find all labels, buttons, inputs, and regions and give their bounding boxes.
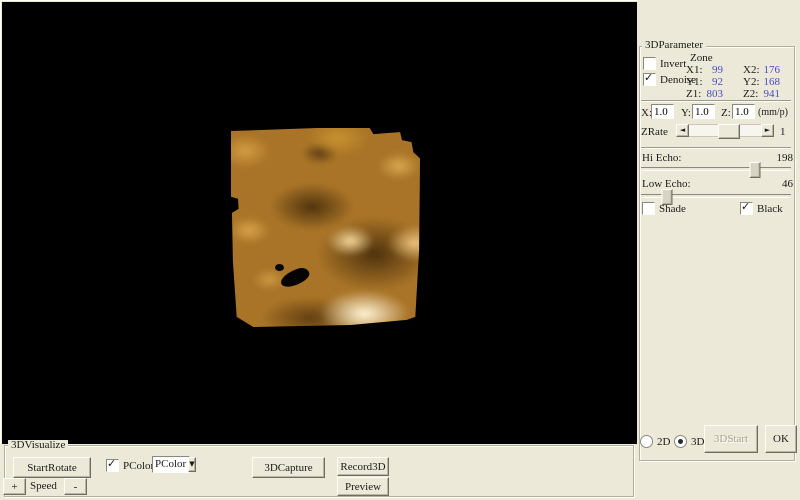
z-scale-label: Z: (721, 107, 731, 119)
zone-z1-label: Z1: (686, 88, 701, 100)
hi-echo-label: Hi Echo: (642, 152, 681, 164)
zrate-thumb[interactable] (718, 124, 740, 139)
pcolor-checkbox-label: PColor (123, 460, 154, 472)
low-echo-value: 46 (763, 178, 793, 190)
pcolor-select[interactable]: PColor ▼ (152, 456, 190, 473)
3dstart-button[interactable]: 3DStart (704, 425, 758, 453)
x-scale-input[interactable] (651, 104, 674, 119)
parameter-group-label: 3DParameter (642, 40, 706, 51)
3d-render-image[interactable] (231, 125, 421, 327)
separator (641, 100, 791, 102)
z-scale-input[interactable] (732, 104, 755, 119)
mode-2d-radio[interactable]: 2D (640, 435, 670, 448)
zrate-value: 1 (780, 126, 786, 138)
preview-button[interactable]: Preview (337, 477, 389, 496)
invert-label: Invert (660, 58, 686, 70)
zone-y1-value: 92 (701, 76, 723, 88)
render-texture (231, 125, 421, 327)
black-checkbox[interactable]: Black (740, 202, 783, 215)
hi-echo-slider-thumb[interactable] (750, 162, 761, 178)
invert-checkbox[interactable]: Invert (643, 57, 686, 70)
mode-2d-label: 2D (657, 436, 670, 448)
record3d-button[interactable]: Record3D (337, 457, 389, 476)
scale-unit-label: (mm/p) (758, 107, 788, 119)
zone-y2-value: 168 (758, 76, 780, 88)
radio-icon (640, 435, 653, 448)
y-scale-label: Y: (681, 107, 691, 119)
zone-x1-value: 99 (701, 64, 723, 76)
shade-label: Shade (659, 203, 686, 215)
checkbox-icon (740, 202, 753, 215)
dropdown-arrow-icon[interactable]: ▼ (188, 457, 195, 472)
ok-button[interactable]: OK (765, 425, 797, 453)
zrate-label: ZRate (641, 126, 668, 138)
mode-3d-label: 3D (691, 436, 704, 448)
checkbox-icon (642, 202, 655, 215)
zone-z1-value: 803 (701, 88, 723, 100)
scroll-right-arrow-icon[interactable]: ► (761, 124, 774, 137)
visualize-group-label: 3DVisualize (8, 440, 68, 451)
zone-x2-value: 176 (758, 64, 780, 76)
hi-echo-slider[interactable] (641, 167, 791, 171)
visualize-panel: 3DVisualize StartRotate + Speed - PColor… (0, 444, 637, 500)
app-window: 3DParameter Invert Denoise Zone X1: 99 X… (0, 0, 800, 500)
hi-echo-value: 198 (763, 152, 793, 164)
zone-z2-value: 941 (758, 88, 780, 100)
pcolor-select-value: PColor (153, 457, 188, 472)
zone-label: Zone (690, 52, 713, 64)
checkbox-icon (643, 57, 656, 70)
black-label: Black (757, 203, 783, 215)
y-scale-input[interactable] (692, 104, 715, 119)
radio-icon (674, 435, 687, 448)
zrate-scrollbar[interactable]: ◄ ► (676, 124, 774, 137)
start-rotate-button[interactable]: StartRotate (13, 457, 91, 478)
low-echo-slider[interactable] (641, 194, 791, 198)
checkbox-icon (106, 459, 119, 472)
zone-z2-label: Z2: (743, 88, 758, 100)
shade-checkbox[interactable]: Shade (642, 202, 686, 215)
pcolor-checkbox[interactable]: PColor (106, 459, 154, 472)
speed-minus-button[interactable]: - (64, 478, 87, 495)
zrate-track[interactable] (689, 124, 761, 137)
3d-viewport[interactable] (2, 2, 637, 444)
parameter-panel: 3DParameter Invert Denoise Zone X1: 99 X… (637, 0, 800, 500)
speed-label: Speed (30, 480, 57, 492)
3dcapture-button[interactable]: 3DCapture (252, 457, 325, 478)
separator (641, 147, 791, 149)
mode-3d-radio[interactable]: 3D (674, 435, 704, 448)
scroll-left-arrow-icon[interactable]: ◄ (676, 124, 689, 137)
checkbox-icon (643, 73, 656, 86)
speed-plus-button[interactable]: + (3, 478, 26, 495)
